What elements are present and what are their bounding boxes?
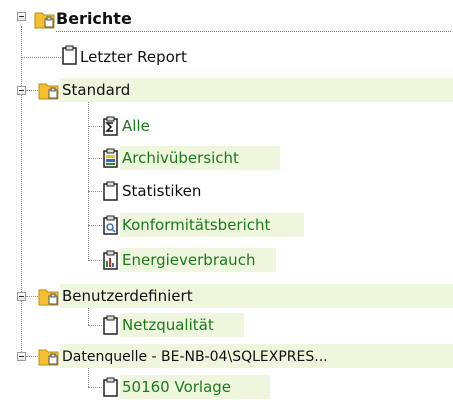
clipboard-icon	[103, 315, 118, 335]
folder-icon	[34, 12, 55, 29]
report-tree: Berichte Letzter Report Standard Alle Ar…	[0, 0, 453, 410]
tree-connector	[26, 90, 38, 91]
folder-icon	[38, 349, 59, 366]
tree-node-statistiken[interactable]: Statistiken	[122, 179, 201, 203]
tree-node-label: 50160 Vorlage	[122, 378, 232, 396]
tree-connector	[26, 296, 38, 297]
folder-icon	[38, 83, 59, 100]
tree-node-alle[interactable]: Alle	[122, 114, 150, 138]
tree-node-konformitaetsbericht[interactable]: Konformitätsbericht	[120, 213, 304, 237]
tree-node-label: Standard	[62, 81, 131, 99]
clipboard-icon	[103, 181, 118, 201]
tree-node-50160-vorlage[interactable]: 50160 Vorlage	[120, 375, 270, 399]
tree-node-label: Benutzerdefiniert	[62, 287, 193, 305]
energy-chart-icon	[103, 250, 118, 270]
tree-connector	[88, 191, 102, 192]
tree-connector	[88, 260, 102, 261]
tree-node-label: Konformitätsbericht	[122, 216, 271, 234]
tree-node-letzter-report[interactable]: Letzter Report	[80, 45, 187, 69]
expand-minus-icon[interactable]	[17, 292, 26, 301]
archive-icon	[103, 148, 118, 168]
tree-node-netzqualitaet[interactable]: Netzqualität	[120, 313, 244, 337]
tree-connector	[88, 95, 89, 261]
tree-node-datenquelle[interactable]: Datenquelle - BE-NB-04\SQLEXPRES...	[60, 344, 453, 368]
tree-connector	[88, 126, 102, 127]
tree-node-archivuebersicht[interactable]: Archivübersicht	[120, 146, 280, 170]
expand-minus-icon[interactable]	[17, 86, 26, 95]
tree-node-standard[interactable]: Standard	[60, 78, 453, 102]
tree-connector	[21, 26, 22, 356]
tree-node-label: Energieverbrauch	[122, 251, 256, 269]
tree-node-label: Netzqualität	[122, 316, 214, 334]
expand-minus-icon[interactable]	[17, 12, 26, 21]
tree-node-berichte[interactable]: Berichte	[56, 7, 451, 32]
sum-icon	[103, 116, 118, 136]
tree-connector	[88, 158, 102, 159]
tree-connector	[88, 387, 102, 388]
tree-connector	[26, 356, 38, 357]
tree-node-label: Archivübersicht	[122, 149, 239, 167]
tree-connector	[88, 225, 102, 226]
compliance-icon	[103, 215, 118, 235]
tree-node-benutzerdefiniert[interactable]: Benutzerdefiniert	[60, 284, 453, 308]
tree-node-energieverbrauch[interactable]: Energieverbrauch	[120, 248, 276, 272]
clipboard-icon	[62, 45, 77, 65]
clipboard-icon	[103, 377, 118, 397]
expand-minus-icon[interactable]	[17, 352, 26, 361]
tree-node-label: Datenquelle - BE-NB-04\SQLEXPRES...	[62, 349, 328, 365]
tree-connector	[88, 325, 102, 326]
folder-icon	[38, 289, 59, 306]
tree-connector	[21, 57, 61, 58]
